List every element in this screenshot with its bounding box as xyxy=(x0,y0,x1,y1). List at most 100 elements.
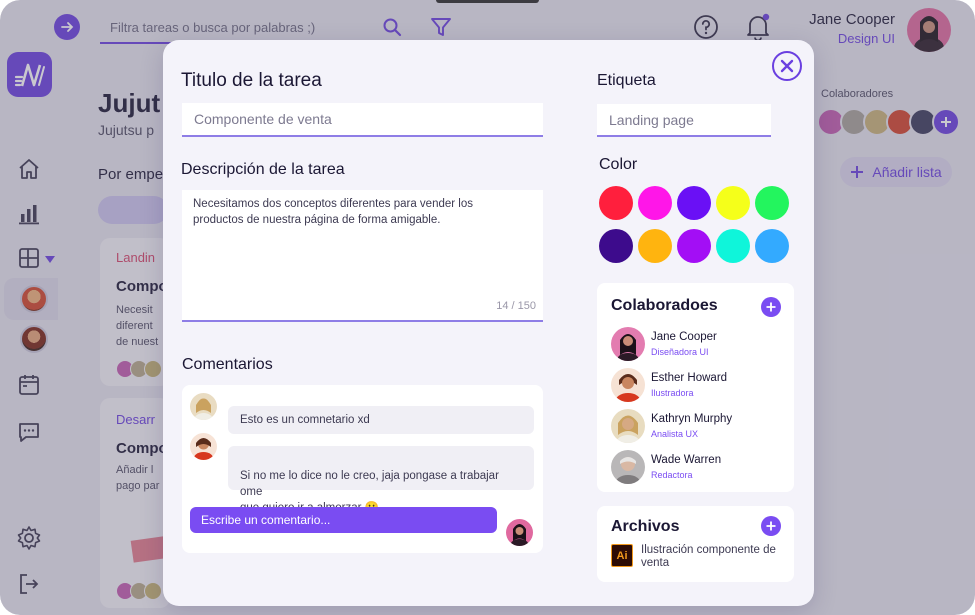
collaborator-item[interactable]: Kathryn Murphy Analista UX xyxy=(611,409,786,445)
collaborator-role: Analista UX xyxy=(651,429,699,439)
user-name: Jane Cooper xyxy=(809,11,895,28)
group-label: Por empe xyxy=(98,166,164,183)
collaborator-name: Esther Howard xyxy=(651,372,728,384)
card-avatars xyxy=(116,360,162,378)
add-list-button[interactable]: Añadir lista xyxy=(840,157,952,187)
tag-placeholder: Landing page xyxy=(609,111,694,128)
current-user-avatar xyxy=(506,519,533,546)
chat-icon[interactable] xyxy=(16,419,42,445)
collaborator-role: Ilustradora xyxy=(651,388,694,398)
collaborators-label: Colaboradores xyxy=(821,88,894,100)
comment-bubble: Si no me lo dice no le creo, jaja pongas… xyxy=(228,446,534,514)
add-collaborator-icon[interactable] xyxy=(932,108,960,136)
color-swatch[interactable] xyxy=(677,186,711,220)
calendar-icon[interactable] xyxy=(16,372,42,398)
project-avatar-1[interactable] xyxy=(20,285,48,313)
collaborator-avatar xyxy=(611,409,645,443)
tag-label: Etiqueta xyxy=(597,72,656,89)
color-swatch[interactable] xyxy=(638,186,672,220)
collaborators-panel: Colaboradoes Jane Cooper Diseñadora UI E… xyxy=(597,283,794,492)
color-swatch[interactable] xyxy=(716,229,750,263)
close-icon xyxy=(780,59,794,73)
tag-input[interactable]: Landing page xyxy=(597,104,771,137)
settings-gear-icon[interactable] xyxy=(16,525,42,551)
file-icon-label: Ai xyxy=(616,549,628,562)
notification-bell-icon[interactable] xyxy=(745,13,771,42)
collaborator-role: Diseñadora UI xyxy=(651,347,709,357)
plus-icon xyxy=(766,302,776,312)
collaborator-item[interactable]: Jane Cooper Diseñadora UI xyxy=(611,327,786,363)
card-text-line: pago par xyxy=(116,480,160,492)
comment-text: Esto es un comnetario xd xyxy=(240,414,370,426)
plus-icon xyxy=(851,166,864,178)
collaborator-name: Wade Warren xyxy=(651,454,722,466)
files-panel: Archivos Ai Ilustración componente de ve… xyxy=(597,506,794,582)
collaborator-item[interactable]: Wade Warren Redactora xyxy=(611,450,786,486)
card-text-line: diferent xyxy=(116,320,153,332)
card-title: Compo xyxy=(116,278,168,295)
card-tag: Desarr xyxy=(116,412,156,427)
description-textarea[interactable]: Necesitamos dos conceptos diferentes par… xyxy=(182,190,543,322)
home-icon[interactable] xyxy=(16,156,42,182)
collaborators-avatars xyxy=(817,108,960,136)
card-tag: Landin xyxy=(116,250,156,265)
add-file-button[interactable] xyxy=(761,516,781,536)
illustrator-file-icon: Ai xyxy=(611,544,633,567)
collaborator-avatar xyxy=(611,450,645,484)
color-swatch[interactable] xyxy=(755,186,789,220)
search-placeholder: Filtra tareas o busca por palabras ;) xyxy=(110,19,316,35)
collaborator-avatar xyxy=(611,368,645,402)
window-notch xyxy=(436,0,539,3)
task-title-label: Titulo de la tarea xyxy=(181,70,322,91)
file-name[interactable]: Ilustración componente de venta xyxy=(641,544,781,570)
task-card[interactable]: Landin Compo Necesit diferent de nuest xyxy=(100,238,170,386)
comments-label: Comentarios xyxy=(182,356,273,373)
task-card[interactable]: Desarr Compo Añadir l pago par xyxy=(100,398,170,608)
layout-grid-icon[interactable] xyxy=(16,245,42,271)
files-title: Archivos xyxy=(611,518,680,535)
add-list-label: Añadir lista xyxy=(872,164,942,180)
app-logo[interactable] xyxy=(7,52,52,97)
color-swatch[interactable] xyxy=(716,186,750,220)
comment-input-placeholder: Escribe un comentario... xyxy=(201,513,331,527)
description-text: Necesitamos dos conceptos diferentes par… xyxy=(193,198,473,226)
card-title: Compo xyxy=(116,440,168,457)
collaborator-item[interactable]: Esther Howard Ilustradora xyxy=(611,368,786,404)
board-subtitle: Jujutsu p xyxy=(98,122,155,138)
color-swatch[interactable] xyxy=(755,229,789,263)
task-title-placeholder: Componente de venta xyxy=(194,111,332,127)
comments-panel: Esto es un comnetario xd Si no me lo dic… xyxy=(182,385,543,553)
sidebar xyxy=(0,0,58,615)
card-text-line: de nuest xyxy=(116,336,159,348)
card-avatars xyxy=(116,582,162,600)
comment-author-avatar xyxy=(190,393,217,420)
collaborator-avatar xyxy=(611,327,645,361)
collaborator-name: Kathryn Murphy xyxy=(651,413,733,425)
project-avatar-2[interactable] xyxy=(20,325,48,353)
user-avatar[interactable] xyxy=(907,8,951,52)
color-swatch[interactable] xyxy=(599,186,633,220)
collaborator-role: Redactora xyxy=(651,470,693,480)
comment-bubble: Esto es un comnetario xd xyxy=(228,406,534,434)
close-modal-button[interactable] xyxy=(772,51,802,81)
chevron-down-icon[interactable] xyxy=(45,250,55,268)
group-pill[interactable] xyxy=(98,196,168,224)
color-swatch[interactable] xyxy=(638,229,672,263)
color-swatch[interactable] xyxy=(599,229,633,263)
add-collaborator-button[interactable] xyxy=(761,297,781,317)
search-icon[interactable] xyxy=(379,14,405,40)
help-icon[interactable] xyxy=(693,14,719,40)
comment-author-avatar xyxy=(190,433,217,460)
color-label: Color xyxy=(599,156,638,173)
description-label: Descripción de la tarea xyxy=(181,161,345,178)
bar-chart-icon[interactable] xyxy=(16,201,42,227)
logout-icon[interactable] xyxy=(16,571,42,597)
collaborators-title: Colaboradoes xyxy=(611,297,718,314)
collapse-sidebar-button[interactable] xyxy=(54,14,80,40)
card-text-line: Necesit xyxy=(116,304,153,316)
comment-input[interactable]: Escribe un comentario... xyxy=(190,507,497,533)
task-title-input[interactable]: Componente de venta xyxy=(182,103,543,137)
task-modal: Titulo de la tarea Componente de venta D… xyxy=(163,40,814,606)
color-swatch[interactable] xyxy=(677,229,711,263)
filter-icon[interactable] xyxy=(430,16,452,38)
